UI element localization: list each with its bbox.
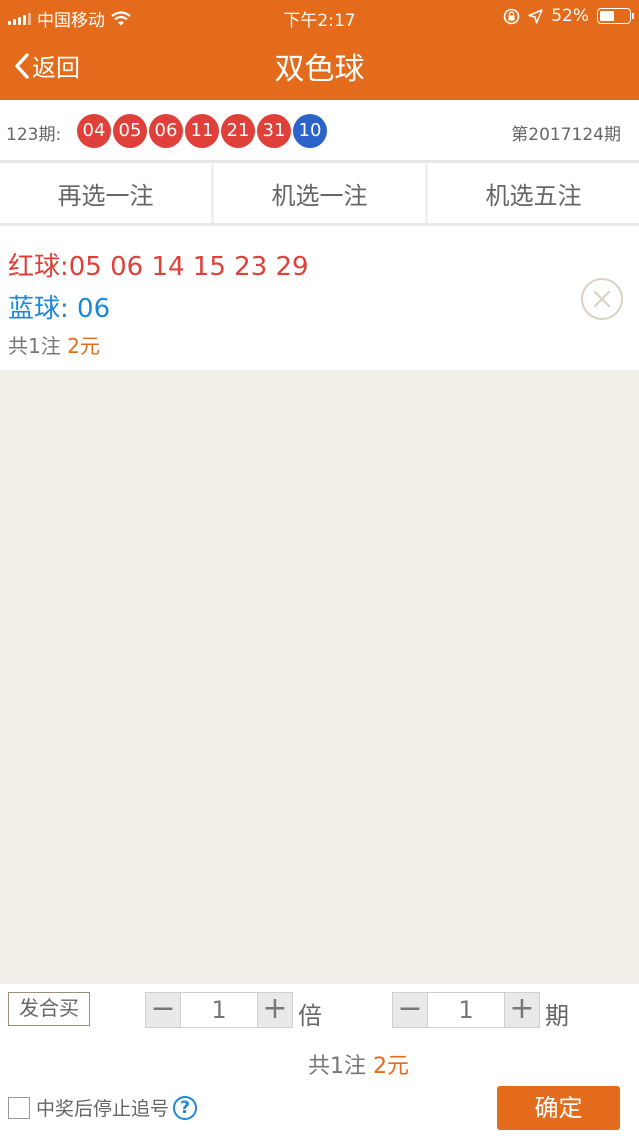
next-period-label: 第2017124期 [511, 125, 621, 145]
ticket-blue-numbers: 蓝球: 06 [8, 294, 111, 324]
location-arrow-icon [528, 8, 543, 24]
red-ball: 04 [77, 114, 111, 148]
multiple-unit: 倍 [298, 1002, 322, 1030]
group-buy-button[interactable]: 发合买 [8, 992, 90, 1026]
multiple-plus-button[interactable]: + [257, 992, 293, 1028]
summary-amount: 2元 [373, 1054, 409, 1079]
battery-percent: 52% [551, 6, 589, 26]
help-icon[interactable]: ? [173, 1095, 198, 1120]
ticket-item: 红球:05 06 14 15 23 29 蓝球: 06 共1注 2元 [0, 226, 639, 370]
battery-fill [600, 11, 614, 21]
pick-actions: 再选一注 机选一注 机选五注 [0, 163, 639, 226]
close-icon [593, 290, 611, 308]
period-minus-button[interactable]: − [392, 992, 428, 1028]
confirm-button[interactable]: 确定 [497, 1086, 620, 1130]
status-right: 52% [503, 6, 634, 26]
red-ball: 31 [257, 114, 291, 148]
period-input[interactable]: 1 [428, 992, 504, 1028]
draw-period-label: 123期: [6, 125, 62, 145]
summary-count: 共1注 [308, 1054, 366, 1079]
remove-ticket-button[interactable] [581, 278, 623, 320]
multiple-stepper: − 1 + [145, 992, 293, 1028]
blue-ball: 10 [293, 114, 327, 148]
multiple-input[interactable]: 1 [181, 992, 257, 1028]
random-one-button[interactable]: 机选一注 [214, 163, 425, 223]
ticket-count: 共1注 2元 [8, 330, 100, 359]
red-ball: 05 [113, 114, 147, 148]
rotation-lock-icon [503, 8, 520, 24]
ticket-red-numbers: 红球:05 06 14 15 23 29 [8, 252, 309, 282]
latest-draw-row: 123期: 04 05 06 11 21 31 10 第2017124期 [0, 100, 639, 163]
bottom-panel: 发合买 − 1 + 倍 − 1 + 期 共1注 2元 中奖后停止追号 ? 确定 [0, 984, 639, 1136]
pick-again-button[interactable]: 再选一注 [0, 163, 211, 223]
period-stepper: − 1 + [392, 992, 540, 1028]
stop-after-win-option: 中奖后停止追号 ? [8, 1094, 198, 1121]
page-title: 双色球 [274, 52, 365, 87]
battery-icon [597, 8, 634, 24]
period-plus-button[interactable]: + [504, 992, 540, 1028]
draw-balls: 04 05 06 11 21 31 10 [77, 114, 327, 148]
red-ball: 21 [221, 114, 255, 148]
order-summary: 共1注 2元 [0, 1048, 639, 1080]
ticket-count-label: 共1注 [8, 334, 61, 358]
ticket-amount: 2元 [67, 334, 100, 358]
random-five-button[interactable]: 机选五注 [428, 163, 639, 223]
red-ball: 11 [185, 114, 219, 148]
multiple-minus-button[interactable]: − [145, 992, 181, 1028]
red-ball: 06 [149, 114, 183, 148]
stop-after-win-checkbox[interactable] [8, 1096, 30, 1119]
stop-after-win-label: 中奖后停止追号 [36, 1098, 170, 1120]
status-bar: 中国移动 下午2:17 52% [0, 0, 639, 32]
period-unit: 期 [545, 1002, 569, 1030]
